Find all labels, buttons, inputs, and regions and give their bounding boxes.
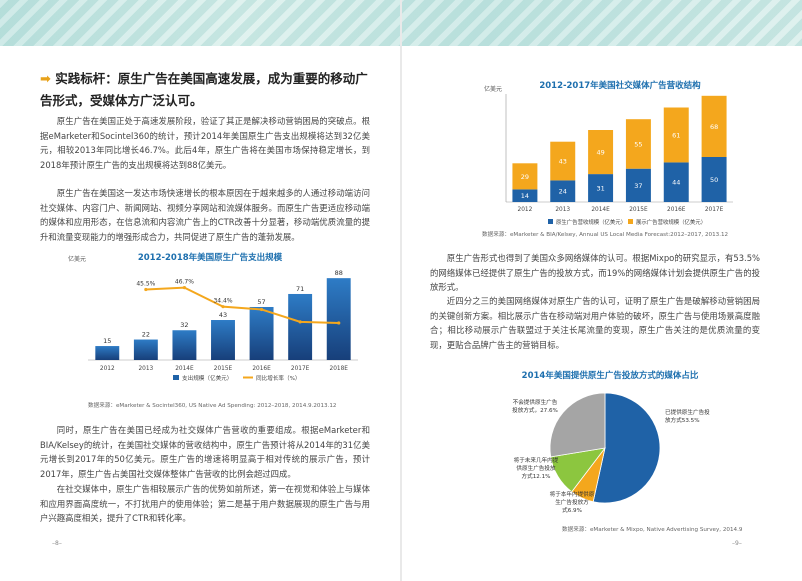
chart2-label-native: 37 xyxy=(634,182,642,190)
chart1-bar-label: 71 xyxy=(296,285,304,293)
chart2-label-native: 24 xyxy=(559,188,567,196)
chart3-slice-label: 将于未来几年内提供原生广告投放方式12.1% xyxy=(514,456,559,480)
chart2-tick-label: 2012 xyxy=(518,207,533,213)
page-number-left: –8– xyxy=(52,540,62,547)
chart1-tick-label: 2014E xyxy=(175,366,194,372)
chart1-growth-point xyxy=(337,321,341,325)
chart1-tick-label: 2018E xyxy=(330,366,349,372)
chart3-slice-never xyxy=(549,392,606,458)
chart2-label-native: 14 xyxy=(521,192,529,200)
chart2-legend-swatch-display xyxy=(628,219,633,224)
chart2-tick-label: 2014E xyxy=(591,207,610,213)
chart2-label-display: 55 xyxy=(634,140,642,148)
chart1-bar-label: 32 xyxy=(180,321,188,329)
chart3-svg: 已提供原生广告投放方式53.5% 将于本年内提供原生广告投放方式6.9% 将于未来几… xyxy=(512,392,710,514)
heading-label: 实践标杆： xyxy=(55,71,118,86)
chart1-growth-label: 45.5% xyxy=(136,280,155,287)
arrow-icon: ➡ xyxy=(40,72,51,87)
chart1-source: 数据来源：eMarketer & Socintel360, US Native … xyxy=(88,403,337,409)
section-heading: ➡ 实践标杆：原生广告在美国高速发展，成为重要的移动广告形式，受媒体方广泛认可。 xyxy=(40,68,370,111)
left-paragraph-3: 同时，原生广告在美国已经成为社交媒体广告营收的重要组成。根据eMarketer和… xyxy=(40,425,370,479)
chart1-bar xyxy=(288,293,313,360)
chart1-growth-point xyxy=(298,320,302,324)
page-gutter xyxy=(400,0,402,581)
chart2-svg: 亿美元 14 29 2012 24 43 2013 31 49 2014E 37 55 2015E 44… xyxy=(484,85,733,226)
chart1-bar xyxy=(172,330,197,360)
chart1-bar-label: 88 xyxy=(335,269,343,277)
right-paragraph-1: 原生广告形式也得到了美国众多网络媒体的认可。根据Mixpo的研究显示，有53.5… xyxy=(430,253,760,292)
chart1-growth-point xyxy=(259,307,264,312)
chart1-svg: 亿美元 15 2012 22 2013 32 2014E 43 2015E 57 2016E 71 2… xyxy=(68,255,358,382)
chart2-tick-label: 2017E xyxy=(705,207,724,213)
chart2-label-native: 44 xyxy=(672,179,680,187)
chart2-tick-label: 2015E xyxy=(629,207,648,213)
chart2-label-display: 29 xyxy=(521,173,529,181)
right-paragraph-2: 近四分之三的美国网络媒体对原生广告的认可，证明了原生广告是破解移动营销困局的关键… xyxy=(430,296,760,350)
chart1-bar xyxy=(326,278,351,360)
chart1-tick-label: 2017E xyxy=(291,366,310,372)
chart3-slice-label: 将于本年内提供原生广告投放方式6.9% xyxy=(550,490,595,514)
chart1-bar xyxy=(133,339,158,360)
chart1-tick-label: 2012 xyxy=(100,366,115,372)
chart2-label-display: 43 xyxy=(559,158,567,166)
chart1-tick-label: 2016E xyxy=(252,366,271,372)
left-paragraph-1: 原生广告在美国正处于高速发展阶段，验证了其正是解决移动营销困局的突破点。根据eM… xyxy=(40,116,370,170)
chart2-legend-display: 展示广告营收规模（亿美元） xyxy=(636,218,706,226)
chart1-bar-label: 57 xyxy=(257,298,265,306)
chart3-slice-label: 不会提供原生广告投放方式，27.6% xyxy=(512,398,558,414)
chart1-legend-bars: 支出规模（亿美元） xyxy=(182,374,232,382)
chart1-growth-point xyxy=(182,286,187,290)
chart1-ylabel: 亿美元 xyxy=(68,255,86,263)
chart1-legend-swatch-bars xyxy=(173,375,179,380)
chart1-bar-label: 22 xyxy=(142,331,150,339)
chart2-legend-swatch-native xyxy=(548,219,553,224)
chart2-label-native: 50 xyxy=(710,176,718,184)
chart2-legend-native: 原生广告营收规模（亿美元） xyxy=(556,218,626,226)
chart1-bar xyxy=(249,306,274,360)
chart2-label-display: 49 xyxy=(596,149,604,157)
chart2-label-display: 61 xyxy=(672,131,680,139)
chart1-growth-point xyxy=(221,305,225,309)
chart1-bar-label: 43 xyxy=(219,311,227,319)
chart2-label-display: 68 xyxy=(710,123,718,131)
chart3-source: 数据来源：eMarketer & Mixpo, Native Advertisi… xyxy=(562,527,743,533)
chart3-slice-label: 已提供原生广告投放方式53.5% xyxy=(665,408,710,424)
left-paragraph-2: 原生广告在美国这一发达市场快速增长的根本原因在于越来越多的人通过移动端访问社交媒… xyxy=(40,188,370,242)
chart1-tick-label: 2013 xyxy=(138,366,153,372)
left-paragraph-4: 在社交媒体中，原生广告相较展示广告的优势如前所述，第一在视觉和体验上与媒体和应用… xyxy=(40,484,370,523)
chart1-bar-label: 15 xyxy=(103,337,111,345)
chart2-source: 数据来源：eMarketer & BIA/Kelsey, Annual US L… xyxy=(482,232,729,238)
chart1-legend-line: 同比增长率（%） xyxy=(256,374,300,382)
chart1-growth-label: 46.7% xyxy=(175,279,194,286)
chart1-growth-label: 34.4% xyxy=(213,298,232,305)
chart1-bar xyxy=(95,346,120,360)
chart2-label-native: 31 xyxy=(596,185,604,193)
page-number-right: –9– xyxy=(732,540,742,547)
chart1-bar xyxy=(211,320,235,360)
chart2-tick-label: 2016E xyxy=(667,207,686,213)
chart2-tick-label: 2013 xyxy=(555,207,570,213)
chart1-tick-label: 2015E xyxy=(214,366,233,372)
chart2-ylabel: 亿美元 xyxy=(484,85,502,93)
chart1-growth-point xyxy=(144,287,148,292)
